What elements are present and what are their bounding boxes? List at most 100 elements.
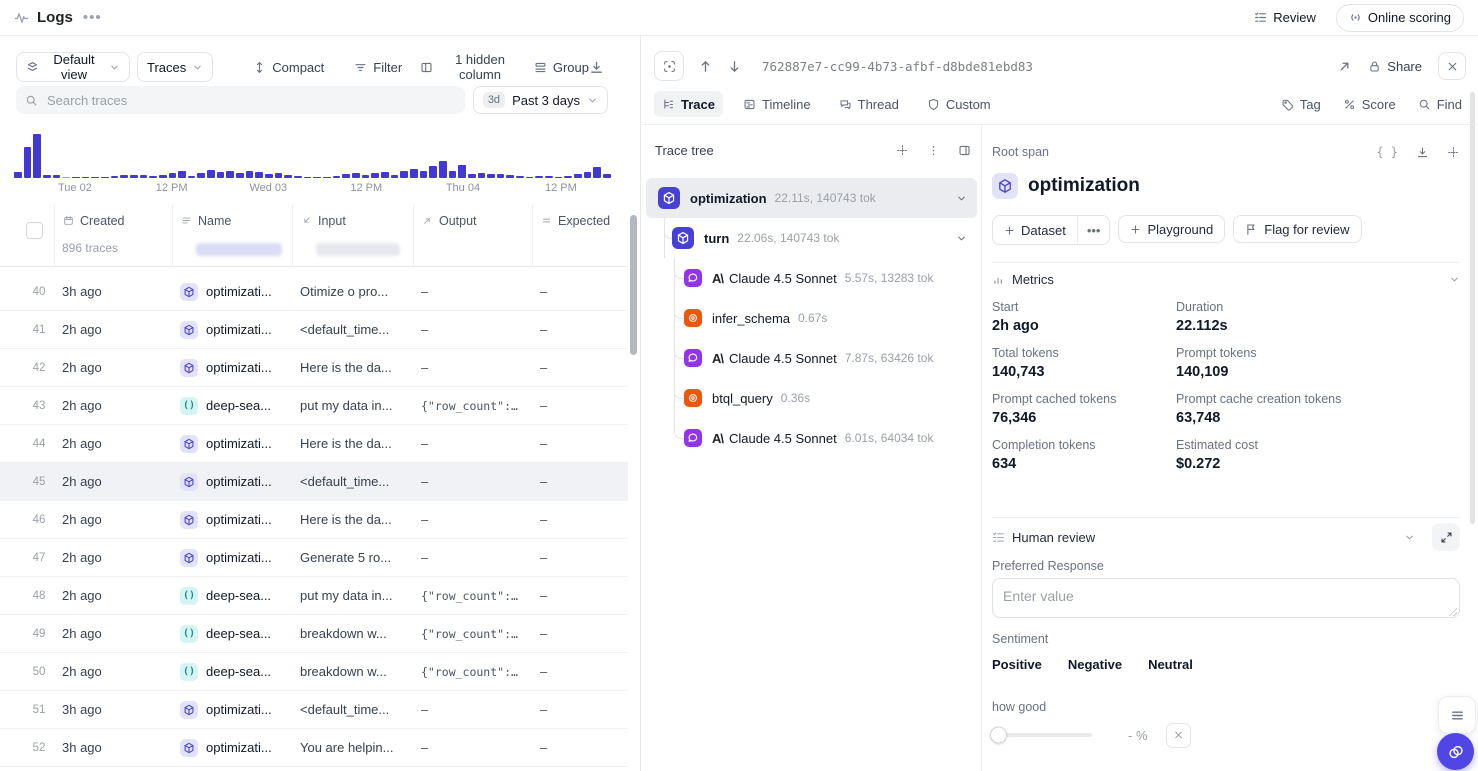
- histogram-bar[interactable]: [111, 176, 119, 178]
- histogram-bar[interactable]: [91, 177, 99, 179]
- tab-custom[interactable]: Custom: [919, 91, 999, 117]
- histogram-bar[interactable]: [555, 177, 563, 179]
- find-button[interactable]: Find: [1418, 97, 1462, 112]
- table-row[interactable]: 502h ago()deep-sea...breakdown w...{"row…: [0, 653, 628, 691]
- search-box[interactable]: [16, 86, 465, 114]
- column-header-input[interactable]: Input: [292, 205, 413, 266]
- more-vertical-icon[interactable]: [927, 144, 940, 157]
- table-row[interactable]: 492h ago()deep-sea...breakdown w...{"row…: [0, 615, 628, 653]
- histogram-bar[interactable]: [468, 174, 476, 179]
- page-menu-button[interactable]: •••: [83, 9, 102, 26]
- expand-review-button[interactable]: [1432, 523, 1460, 551]
- compact-toggle[interactable]: Compact: [253, 60, 324, 75]
- table-row[interactable]: 523h agooptimizati...You are helpin...––: [0, 729, 628, 767]
- view-json-icon[interactable]: { }: [1376, 145, 1398, 159]
- histogram-bar[interactable]: [275, 173, 283, 178]
- table-row[interactable]: 452h agooptimizati...<default_time...––: [0, 463, 628, 501]
- histogram-bar[interactable]: [294, 176, 302, 178]
- human-review-section-header[interactable]: Human review: [992, 523, 1460, 551]
- close-panel-button[interactable]: [1438, 52, 1466, 80]
- column-header-name[interactable]: Name: [172, 205, 292, 266]
- how-good-slider[interactable]: [992, 733, 1092, 737]
- trace-tree-node[interactable]: btql_query0.36s: [642, 378, 981, 418]
- histogram-bar[interactable]: [410, 169, 418, 178]
- histogram-bar[interactable]: [400, 171, 408, 179]
- histogram-bar[interactable]: [33, 134, 41, 178]
- histogram-bar[interactable]: [362, 175, 370, 178]
- trace-tree-node[interactable]: optimization22.11s, 140743 tok: [646, 178, 977, 218]
- table-row[interactable]: 482h ago()deep-sea...put my data in...{"…: [0, 577, 628, 615]
- histogram-bar[interactable]: [333, 176, 341, 178]
- histogram-bar[interactable]: [226, 171, 234, 179]
- histogram-bar[interactable]: [265, 174, 273, 178]
- column-header-expected[interactable]: Expected: [532, 205, 628, 266]
- histogram-bar[interactable]: [584, 172, 592, 178]
- trace-tree-node[interactable]: turn22.06s, 140743 tok: [642, 218, 981, 258]
- collapse-panel-icon[interactable]: [958, 144, 971, 157]
- histogram-bar[interactable]: [246, 171, 254, 178]
- preferred-response-input[interactable]: [992, 578, 1460, 618]
- focus-span-button[interactable]: [654, 51, 684, 81]
- histogram-bar[interactable]: [371, 173, 379, 179]
- histogram-bar[interactable]: [24, 147, 32, 178]
- column-header-created[interactable]: Created: [54, 205, 172, 266]
- date-range-selector[interactable]: 3d Past 3 days: [473, 86, 608, 114]
- search-input[interactable]: [45, 92, 456, 109]
- trace-tree-node[interactable]: infer_schema0.67s: [642, 298, 981, 338]
- table-row[interactable]: 442h agooptimizati...Here is the da...––: [0, 425, 628, 463]
- histogram-bar[interactable]: [236, 173, 244, 179]
- histogram-bar[interactable]: [603, 174, 611, 178]
- filter-button[interactable]: Filter: [354, 60, 402, 75]
- histogram-bar[interactable]: [207, 170, 215, 179]
- histogram-bar[interactable]: [53, 175, 61, 179]
- histogram-bar[interactable]: [478, 173, 486, 179]
- histogram-bar[interactable]: [159, 175, 167, 179]
- clear-score-button[interactable]: [1166, 723, 1191, 748]
- dataset-more-button[interactable]: •••: [1077, 216, 1110, 244]
- feedback-menu-button[interactable]: [1438, 696, 1476, 734]
- download-icon[interactable]: [1416, 146, 1429, 159]
- table-row[interactable]: 462h agooptimizati...Here is the da...––: [0, 501, 628, 539]
- sentiment-negative-button[interactable]: Negative: [1068, 657, 1122, 672]
- histogram-bar[interactable]: [564, 176, 572, 179]
- previous-trace-button[interactable]: [698, 59, 713, 74]
- view-selector[interactable]: Default view: [16, 52, 130, 82]
- chevron-down-icon[interactable]: [956, 233, 967, 244]
- histogram-bar[interactable]: [506, 175, 514, 179]
- histogram-bar[interactable]: [593, 167, 601, 178]
- histogram-bar[interactable]: [140, 175, 148, 178]
- histogram-bar[interactable]: [391, 175, 399, 179]
- histogram-bar[interactable]: [516, 176, 524, 178]
- histogram-bar[interactable]: [188, 176, 196, 178]
- histogram-bar[interactable]: [545, 176, 553, 178]
- histogram-bar[interactable]: [458, 165, 466, 179]
- histogram-bar[interactable]: [82, 177, 90, 179]
- histogram-bar[interactable]: [130, 175, 138, 178]
- add-to-dataset-button[interactable]: Dataset: [993, 216, 1077, 244]
- next-trace-button[interactable]: [727, 59, 742, 74]
- histogram-bar[interactable]: [352, 173, 360, 178]
- slider-thumb[interactable]: [990, 727, 1007, 744]
- histogram-bar[interactable]: [197, 173, 205, 178]
- histogram-bar[interactable]: [304, 177, 312, 179]
- sentiment-neutral-button[interactable]: Neutral: [1148, 657, 1193, 672]
- table-row[interactable]: 422h agooptimizati...Here is the da...––: [0, 349, 628, 387]
- histogram-bar[interactable]: [62, 177, 70, 178]
- tab-timeline[interactable]: Timeline: [735, 91, 819, 117]
- group-button[interactable]: Group: [534, 60, 589, 75]
- hidden-columns-button[interactable]: 1 hidden column: [420, 52, 521, 82]
- column-header-output[interactable]: Output: [413, 205, 532, 266]
- table-row[interactable]: 513h agooptimizati...<default_time...––: [0, 691, 628, 729]
- trace-tree-node[interactable]: A\Claude 4.5 Sonnet7.87s, 63426 tok: [642, 338, 981, 378]
- detail-scrollbar[interactable]: [1470, 92, 1475, 524]
- traces-selector[interactable]: Traces: [137, 52, 213, 82]
- histogram-bar[interactable]: [497, 174, 505, 179]
- histogram-bar[interactable]: [255, 172, 263, 178]
- histogram-bar[interactable]: [439, 161, 447, 178]
- trace-tree-node[interactable]: A\Claude 4.5 Sonnet5.57s, 13283 tok: [642, 258, 981, 298]
- assistant-fab[interactable]: [1437, 733, 1474, 770]
- histogram-bar[interactable]: [420, 171, 428, 179]
- tab-trace[interactable]: Trace: [654, 91, 723, 117]
- tab-thread[interactable]: Thread: [831, 91, 907, 117]
- table-scrollbar[interactable]: [630, 215, 637, 355]
